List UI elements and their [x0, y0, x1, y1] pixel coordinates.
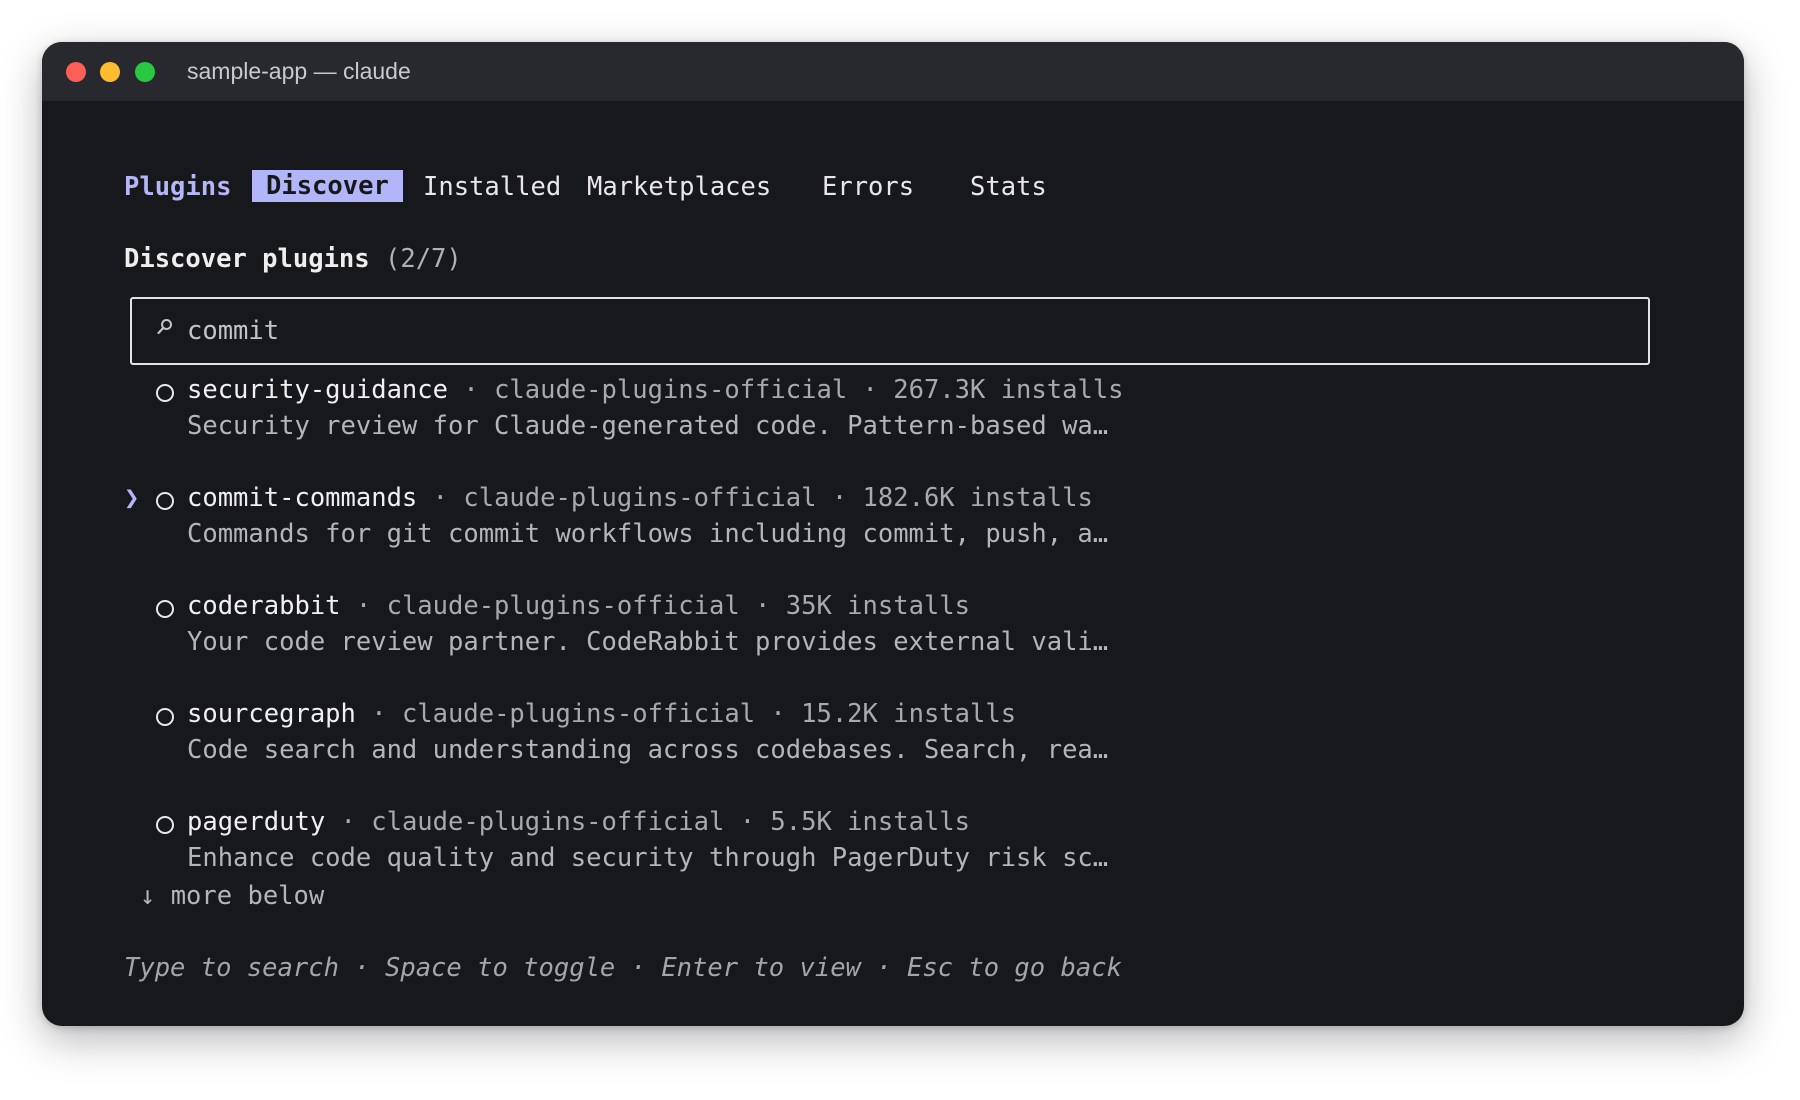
tab-errors[interactable]: Errors [822, 169, 914, 205]
separator: · [847, 375, 894, 405]
plugin-name: security-guidance [187, 375, 448, 405]
plugin-marketplace: claude-plugins-official [494, 375, 848, 405]
toggle-circle-icon[interactable] [156, 708, 174, 726]
separator: · [340, 591, 387, 621]
plugin-installs: 267.3K installs [893, 375, 1124, 405]
plugin-header: coderabbit · claude-plugins-official · 3… [187, 588, 970, 624]
plugin-description: Commands for git commit workflows includ… [187, 519, 1109, 549]
plugin-installs: 15.2K installs [801, 699, 1017, 729]
tab-stats[interactable]: Stats [970, 169, 1047, 205]
plugin-header: security-guidance · claude-plugins-offic… [187, 372, 1124, 408]
close-window-button[interactable] [66, 62, 86, 82]
tab-discover[interactable]: Discover [252, 170, 403, 202]
toggle-circle-icon[interactable] [156, 816, 174, 834]
separator: · [816, 483, 863, 513]
section-title: Discover plugins (2/7) [124, 241, 462, 277]
search-icon [157, 319, 172, 335]
plugin-description: Enhance code quality and security throug… [187, 843, 1109, 873]
section-title-text: Discover plugins [124, 244, 370, 274]
separator: · [355, 699, 402, 729]
plugin-marketplace: claude-plugins-official [386, 591, 740, 621]
plugin-item-pagerduty[interactable]: pagerduty · claude-plugins-official · 5.… [42, 806, 1742, 886]
separator: · [325, 807, 372, 837]
plugin-name: sourcegraph [187, 699, 356, 729]
plugin-name: coderabbit [187, 591, 341, 621]
zoom-window-button[interactable] [135, 62, 155, 82]
plugin-item-commit-commands[interactable]: ❯ commit-commands · claude-plugins-offic… [42, 482, 1742, 562]
plugin-header: sourcegraph · claude-plugins-official · … [187, 696, 1016, 732]
search-box[interactable] [130, 297, 1650, 365]
tab-marketplaces[interactable]: Marketplaces [587, 169, 771, 205]
plugin-installs: 35K installs [785, 591, 970, 621]
window-title: sample-app — claude [187, 58, 411, 84]
keyboard-hint: Type to search · Space to toggle · Enter… [124, 953, 1122, 983]
separator: · [417, 483, 464, 513]
plugin-header: pagerduty · claude-plugins-official · 5.… [187, 804, 970, 840]
plugins-panel: Plugins Discover Installed Marketplaces … [42, 101, 1744, 1026]
plugin-header: commit-commands · claude-plugins-officia… [187, 480, 1093, 516]
title-bar: sample-app — claude [42, 42, 1744, 101]
minimize-window-button[interactable] [100, 62, 120, 82]
plugins-heading: Plugins [124, 172, 232, 202]
toggle-circle-icon[interactable] [156, 384, 174, 402]
plugin-marketplace: claude-plugins-official [401, 699, 756, 729]
selection-pointer-icon: ❯ [124, 483, 140, 513]
plugin-item-coderabbit[interactable]: coderabbit · claude-plugins-official · 3… [42, 590, 1742, 670]
terminal-window: sample-app — claude Plugins Discover Ins… [42, 42, 1744, 1026]
plugin-marketplace: claude-plugins-official [463, 483, 817, 513]
plugin-installs: 182.6K installs [862, 483, 1093, 513]
plugin-description: Security review for Claude-generated cod… [187, 411, 1109, 441]
tab-installed[interactable]: Installed [423, 169, 561, 205]
toggle-circle-icon[interactable] [156, 492, 174, 510]
plugin-description: Your code review partner. CodeRabbit pro… [187, 627, 1109, 657]
search-input[interactable] [187, 309, 1587, 353]
separator: · [724, 807, 771, 837]
more-below-indicator: ↓ more below [140, 881, 325, 911]
separator: · [739, 591, 786, 621]
plugin-item-sourcegraph[interactable]: sourcegraph · claude-plugins-official · … [42, 698, 1742, 778]
plugin-installs: 5.5K installs [770, 807, 970, 837]
plugin-item-security-guidance[interactable]: security-guidance · claude-plugins-offic… [42, 374, 1742, 454]
separator: · [448, 375, 495, 405]
toggle-circle-icon[interactable] [156, 600, 174, 618]
plugin-name: pagerduty [187, 807, 326, 837]
plugin-name: commit-commands [187, 483, 418, 513]
plugin-marketplace: claude-plugins-official [371, 807, 725, 837]
result-count: (2/7) [385, 244, 462, 274]
separator: · [755, 699, 802, 729]
plugin-description: Code search and understanding across cod… [187, 735, 1109, 765]
